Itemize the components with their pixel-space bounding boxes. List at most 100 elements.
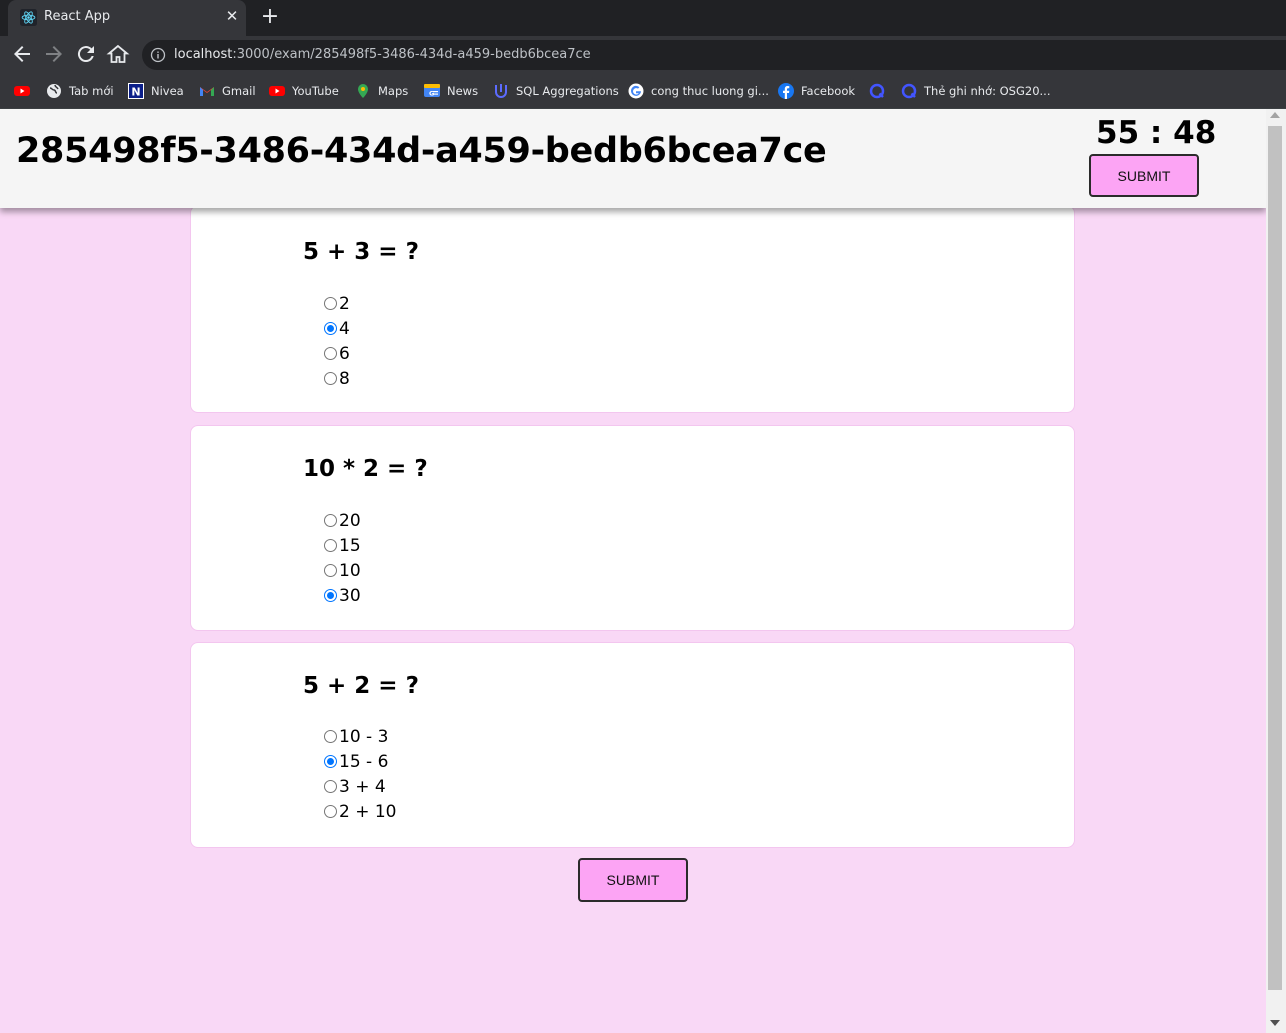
answer-label: 6 [339,343,350,364]
url-path: :3000/exam/285498f5-3486-434d-a459-bedb6… [232,47,591,62]
answer-option[interactable]: 2 [324,291,350,316]
bookmark-sql-aggregations[interactable]: SQL Aggregations [493,81,619,101]
close-tab-icon[interactable]: ✕ [224,7,240,27]
answer-label: 30 [339,585,361,606]
answer-label: 2 + 10 [339,801,397,822]
news-icon: G [424,84,440,98]
question-text: 10 * 2 = ? [303,456,428,482]
youtube-icon [269,86,285,96]
answer-option[interactable]: 15 - 6 [324,749,388,774]
bookmark-label: Nivea [151,84,184,98]
radio-button[interactable] [324,805,337,818]
globe-icon [47,84,61,98]
quizlet-icon [901,83,917,99]
reload-icon[interactable] [74,42,98,66]
bookmark-cong-thuc[interactable]: cong thuc luong gi... [628,81,769,101]
bookmark-label: Tab mới [69,84,114,98]
header-submit-button[interactable]: SUBMIT [1089,154,1199,197]
bookmark-nivea[interactable]: N Nivea [128,81,184,101]
bookmark-news[interactable]: G News [424,81,478,101]
answer-label: 15 [339,535,361,556]
radio-button[interactable] [324,780,337,793]
nivea-icon: N [128,83,144,99]
bookmark-label: Maps [378,84,409,98]
tab-strip: React App ✕ + [0,0,1286,36]
facebook-icon [778,83,794,99]
bookmark-facebook[interactable]: Facebook [778,81,855,101]
youtube-icon [14,86,30,96]
browser-tab[interactable]: React App ✕ [8,0,246,36]
udacity-icon [495,84,507,98]
answer-option[interactable]: 3 + 4 [324,774,386,799]
bookmark-gmail[interactable]: Gmail [199,81,256,101]
bookmark-quizlet[interactable] [869,81,885,101]
radio-button[interactable] [324,564,337,577]
bookmark-youtube-shortcut[interactable] [14,81,30,101]
answer-option[interactable]: 8 [324,366,350,391]
radio-button[interactable] [324,514,337,527]
question-text: 5 + 2 = ? [303,673,419,699]
bookmark-youtube[interactable]: YouTube [269,81,339,101]
answer-option[interactable]: 30 [324,583,361,608]
scroll-down-arrow-icon[interactable] [1270,1020,1280,1026]
scroll-up-arrow-icon[interactable] [1270,112,1280,118]
bookmark-the-ghi-nho[interactable]: Thẻ ghi nhớ: OSG20... [901,81,1051,101]
footer-submit-button[interactable]: SUBMIT [578,858,688,902]
page-viewport: 285498f5-3486-434d-a459-bedb6bcea7ce 55 … [0,109,1266,1033]
bookmark-label: News [447,84,479,98]
radio-button[interactable] [324,730,337,743]
new-tab-icon[interactable]: + [258,6,282,30]
exam-id-title: 285498f5-3486-434d-a459-bedb6bcea7ce [16,131,827,171]
bookmark-label: Facebook [801,84,856,98]
answer-label: 2 [339,293,350,314]
google-icon [628,83,644,99]
answer-option[interactable]: 15 [324,533,361,558]
bookmark-label: Gmail [222,84,256,98]
question-card: 5 + 2 = ? 10 - 3 15 - 6 3 + 4 2 + 10 [190,642,1075,848]
answer-label: 8 [339,368,350,389]
answer-option[interactable]: 20 [324,508,361,533]
question-card: 5 + 3 = ? 2 4 6 8 [190,205,1075,413]
url-text[interactable]: localhost:3000/exam/285498f5-3486-434d-a… [174,47,591,62]
scrollbar-thumb[interactable] [1268,126,1282,990]
forward-arrow-icon[interactable] [42,42,66,66]
answer-label: 20 [339,510,361,531]
info-icon[interactable] [150,47,166,63]
answer-label: 10 [339,560,361,581]
answer-label: 15 - 6 [339,751,389,772]
answer-option[interactable]: 2 + 10 [324,799,397,824]
answer-option[interactable]: 4 [324,316,350,341]
bookmark-tab-moi[interactable]: Tab mới [46,81,114,101]
question-text: 5 + 3 = ? [303,239,419,265]
answer-label: 3 + 4 [339,776,386,797]
exam-header: 285498f5-3486-434d-a459-bedb6bcea7ce 55 … [0,109,1266,208]
back-arrow-icon[interactable] [10,42,34,66]
answer-option[interactable]: 6 [324,341,350,366]
countdown-timer: 55 : 48 [1096,115,1217,151]
bookmark-label: YouTube [292,84,339,98]
bookmark-label: SQL Aggregations [516,84,619,98]
question-card: 10 * 2 = ? 20 15 10 30 [190,425,1075,631]
bookmark-label: cong thuc luong gi... [651,84,769,98]
radio-button[interactable] [324,322,337,335]
radio-button[interactable] [324,347,337,360]
answer-option[interactable]: 10 [324,558,361,583]
answer-label: 4 [339,318,350,339]
svg-text:N: N [131,86,140,99]
answer-label: 10 - 3 [339,726,389,747]
radio-button[interactable] [324,372,337,385]
answer-option[interactable]: 10 - 3 [324,724,388,749]
bookmarks-bar: Tab mới N Nivea Gmail YouTube Maps G New… [0,73,1286,109]
radio-button[interactable] [324,539,337,552]
bookmark-label: Thẻ ghi nhớ: OSG20... [924,84,1051,98]
react-icon [20,9,37,26]
radio-button[interactable] [324,297,337,310]
bookmark-maps[interactable]: Maps [355,81,408,101]
home-icon[interactable] [106,42,130,66]
quizlet-icon [869,83,885,99]
gmail-icon [200,87,214,96]
radio-button[interactable] [324,589,337,602]
url-host: localhost [174,47,233,62]
maps-icon [358,84,368,98]
radio-button[interactable] [324,755,337,768]
